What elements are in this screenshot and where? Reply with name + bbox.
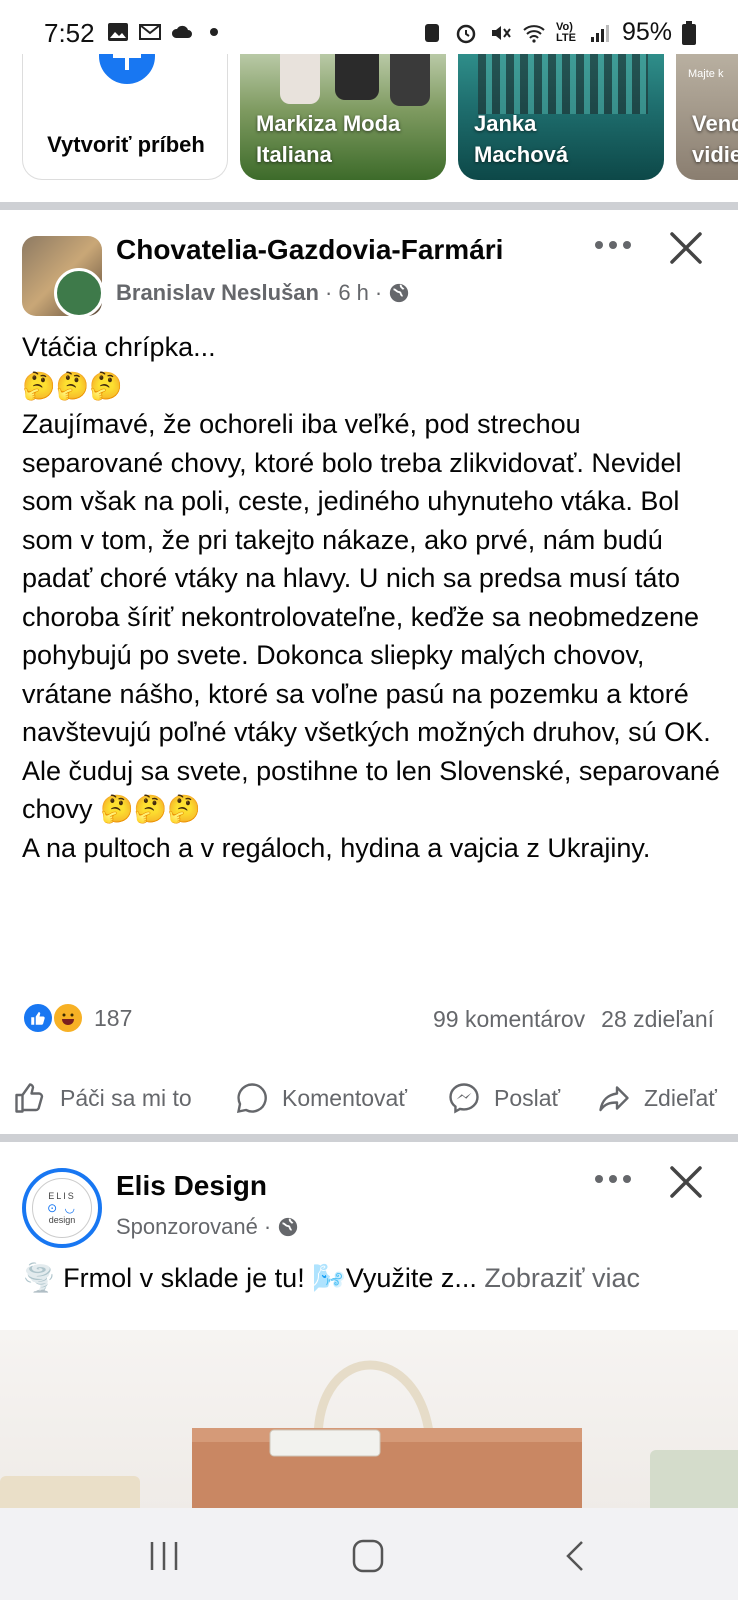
meta-separator: · (374, 280, 383, 305)
story-card[interactable]: Majte k Vend vidie (676, 54, 738, 180)
meta-separator: · (263, 1214, 272, 1239)
dot (595, 1175, 603, 1183)
logo-text-top: ELIS (48, 1191, 76, 1201)
post-meta: Branislav Neslušan · 6 h · (116, 280, 410, 306)
like-reaction-icon (22, 1002, 54, 1034)
group-avatar[interactable] (22, 236, 104, 318)
share-icon (599, 1086, 629, 1112)
send-button[interactable]: Poslať (446, 1080, 560, 1116)
alarm-icon (456, 24, 476, 43)
sponsored-text-body: 🌪️ Frmol v sklade je tu! 🌬️Využite z... (22, 1263, 485, 1293)
dot (623, 1175, 631, 1183)
page-name[interactable]: Elis Design (116, 1170, 267, 1202)
thumb-icon (31, 1012, 45, 1025)
author-avatar[interactable] (54, 268, 104, 318)
story-figure (335, 54, 379, 100)
post-time[interactable]: 6 h (338, 280, 369, 306)
post-text: Vtáčia chrípka... 🤔🤔🤔 Zaujímavé, že ocho… (22, 332, 720, 863)
more-options-button[interactable] (588, 230, 638, 260)
reaction-count: 187 (94, 1004, 133, 1031)
comment-label: Komentovať (282, 1084, 407, 1111)
shares-count[interactable]: 28 zdieľaní (601, 1006, 714, 1033)
story-figure (390, 54, 430, 106)
home-icon[interactable] (348, 1538, 388, 1574)
battery-icon (682, 20, 696, 45)
story-card[interactable]: Janka Machová (458, 54, 664, 180)
like-icon (15, 1083, 44, 1113)
engagement-counts: 99 komentárov 28 zdieľaní (433, 1006, 714, 1033)
gallery-icon (108, 23, 128, 41)
more-options-button[interactable] (588, 1164, 638, 1194)
story-label-line: Markiza Moda (256, 111, 401, 136)
volte-label: Vo) LTE (555, 20, 576, 44)
comment-icon (236, 1083, 267, 1114)
story-figure (478, 54, 648, 114)
story-label: Markiza Moda Italiana (256, 108, 400, 170)
elis-logo: ELIS ⊙ ◡ design (32, 1178, 92, 1238)
group-name[interactable]: Chovatelia-Gazdovia-Farmári (116, 234, 503, 266)
nfc-icon (424, 23, 439, 42)
back-icon[interactable] (556, 1538, 596, 1574)
stories-tray: Vytvoriť príbeh Markiza Moda Italiana Jan… (0, 54, 738, 184)
laugh-face-icon (62, 1013, 74, 1025)
close-icon[interactable] (668, 1164, 704, 1200)
gmail-icon (139, 24, 161, 40)
messenger-icon (449, 1083, 479, 1114)
ad-image[interactable] (0, 1330, 738, 1510)
haha-reaction-icon (52, 1002, 84, 1034)
wifi-icon (523, 24, 545, 43)
story-label-line: Vend (692, 111, 738, 136)
comments-count[interactable]: 99 komentárov (433, 1006, 585, 1033)
reactions-summary[interactable]: 187 (22, 1002, 132, 1034)
logo-mark: ⊙ ◡ (47, 1201, 77, 1215)
dot (609, 1175, 617, 1183)
send-label: Poslať (494, 1084, 561, 1111)
mute-icon (491, 25, 511, 40)
status-time: 7:52 (44, 18, 95, 48)
create-story-card[interactable]: Vytvoriť príbeh (22, 54, 228, 180)
create-story-label: Vytvoriť príbeh (47, 132, 205, 157)
dot (609, 241, 617, 249)
globe-icon (390, 283, 409, 303)
close-icon[interactable] (668, 230, 704, 266)
story-badge: Majte k (688, 68, 724, 80)
recent-apps-icon[interactable] (144, 1538, 184, 1574)
like-label: Páči sa mi to (60, 1084, 192, 1111)
dot (595, 241, 603, 249)
logo-text-bottom: design (48, 1215, 76, 1225)
battery-percent: 95% (621, 18, 672, 46)
sponsored-text: 🌪️ Frmol v sklade je tu! 🌬️Využite z... … (22, 1258, 722, 1298)
like-button[interactable]: Páči sa mi to (12, 1080, 192, 1116)
share-label: Zdieľať (644, 1084, 717, 1111)
meta-separator: · (324, 280, 333, 305)
status-right: Vo) LTE 95% (420, 18, 696, 47)
story-label-line: Italiana (256, 142, 332, 167)
page-avatar[interactable]: ELIS ⊙ ◡ design (22, 1168, 102, 1248)
story-figure (280, 54, 320, 104)
product-box-illustration (0, 1360, 738, 1510)
feed-divider (0, 202, 738, 210)
story-label: Vend vidie (692, 108, 738, 170)
sponsored-label: Sponzorované (116, 1214, 258, 1239)
feed-divider (0, 1134, 738, 1142)
story-label: Janka Machová (474, 108, 568, 170)
post-actions: Páči sa mi to Komentovať Poslať Zdieľať (0, 1070, 738, 1122)
signal-icon (590, 24, 609, 42)
story-label-line: vidie (692, 142, 738, 167)
comment-button[interactable]: Komentovať (234, 1080, 407, 1116)
cloud-icon (171, 25, 192, 38)
sponsored-meta: Sponzorované · (116, 1214, 299, 1240)
story-label-line: Machová (474, 142, 569, 167)
globe-icon (279, 1217, 298, 1237)
notification-icons (106, 20, 226, 44)
see-more-link[interactable]: Zobraziť viac (484, 1263, 640, 1293)
share-button[interactable]: Zdieľať (596, 1080, 717, 1116)
dot (623, 241, 631, 249)
dot-icon (210, 28, 218, 36)
story-card[interactable]: Markiza Moda Italiana (240, 54, 446, 180)
story-label-line: Janka (474, 111, 537, 136)
android-nav-bar (0, 1508, 738, 1600)
author-name[interactable]: Branislav Neslušan (116, 280, 319, 306)
plus-icon (95, 54, 159, 88)
